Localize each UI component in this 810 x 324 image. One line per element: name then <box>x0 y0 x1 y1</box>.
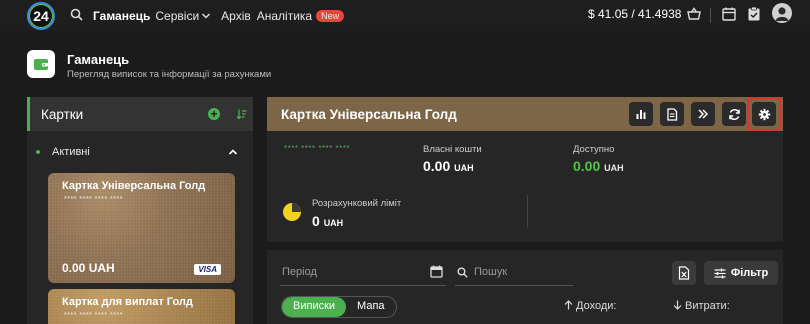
main-nav: Гаманець Сервіси Архів Аналітика New <box>93 0 345 31</box>
vertical-divider <box>527 195 528 228</box>
credit-limit-amount: 0 UAH <box>312 213 343 229</box>
sort-icon[interactable] <box>235 108 247 120</box>
sliders-icon <box>714 268 726 278</box>
chevron-down-icon[interactable] <box>201 11 211 21</box>
nav-archive[interactable]: Архів <box>221 9 251 23</box>
cards-panel: Картки + Активні Картка Універсальна Гол… <box>27 97 253 324</box>
exchange-rate: $ 41.05 / 41.4938 <box>588 7 682 21</box>
cards-panel-header: Картки + <box>27 97 253 131</box>
available-value: 0.00 <box>573 158 601 174</box>
period-input[interactable]: Період <box>282 266 317 278</box>
filter-label: Фільтр <box>730 267 769 279</box>
card-detail-title: Картка Універсальна Голд <box>281 107 457 122</box>
nav-analytics[interactable]: Аналітика <box>257 9 312 23</box>
own-funds-amount: 0.00 UAH <box>423 158 474 174</box>
search-icon[interactable] <box>70 8 83 21</box>
refresh-icon <box>728 108 740 120</box>
search-icon <box>457 267 468 278</box>
nav-wallet[interactable]: Гаманець <box>93 9 150 23</box>
tab-statements[interactable]: Виписки <box>282 297 347 317</box>
search-input[interactable]: Пошук <box>474 266 507 278</box>
active-cards-section[interactable]: Активні <box>27 145 253 159</box>
settings-highlight-outline <box>747 97 781 131</box>
active-section-label: Активні <box>52 146 90 158</box>
double-chevron-right-icon <box>698 109 709 119</box>
document-icon <box>667 107 678 121</box>
card-number: **** **** **** **** <box>64 196 123 203</box>
page-title: Гаманець <box>67 52 130 67</box>
top-navigation-bar: 24 Гаманець Сервіси Архів Аналітика New … <box>0 0 810 31</box>
new-badge: New <box>316 9 345 22</box>
card-number: **** **** **** **** <box>64 312 123 319</box>
analytics-button[interactable] <box>629 102 653 126</box>
wallet-icon <box>27 50 55 78</box>
calendar-icon[interactable] <box>721 6 737 22</box>
income-summary: Доходи: <box>564 300 616 312</box>
card-balance: 0.00 UAH <box>62 261 115 275</box>
card-name: Картка Універсальна Голд <box>62 180 206 192</box>
statement-document-button[interactable] <box>660 102 684 126</box>
card-detail-header: Картка Універсальна Голд <box>267 97 783 131</box>
arrow-up-icon <box>564 300 573 310</box>
nav-services[interactable]: Сервіси <box>155 9 199 23</box>
statement-panel: Період Пошук Фільтр Виписки Мапа Доходи:… <box>267 250 783 324</box>
available-amount: 0.00 UAH <box>573 158 624 174</box>
card-universal-gold[interactable]: Картка Універсальна Голд **** **** **** … <box>48 173 235 283</box>
clipboard-check-icon[interactable] <box>746 6 762 22</box>
own-funds-value: 0.00 <box>423 158 451 174</box>
expenses-summary: Витрати: <box>673 300 730 312</box>
filter-button[interactable]: Фільтр <box>704 261 778 285</box>
visa-logo: VISA <box>194 264 221 275</box>
period-underline <box>280 285 446 286</box>
masked-card-number: **** **** **** **** <box>284 144 350 153</box>
credit-limit-value: 0 <box>312 213 320 229</box>
tab-map[interactable]: Мапа <box>346 297 395 317</box>
export-excel-button[interactable] <box>672 261 696 285</box>
active-dot <box>36 150 40 154</box>
user-avatar[interactable] <box>772 3 792 23</box>
card-detail-panel: Картка Універсальна Голд **** **** **** … <box>267 97 783 242</box>
own-funds-label: Власні кошти <box>423 144 482 155</box>
search-underline <box>455 285 573 286</box>
calendar-icon[interactable] <box>430 265 443 278</box>
credit-limit-label: Розрахунковий ліміт <box>312 198 402 209</box>
bar-chart-icon <box>636 110 646 119</box>
cards-panel-title: Картки <box>41 106 84 122</box>
available-label: Доступно <box>573 144 615 155</box>
view-toggle: Виписки Мапа <box>281 296 397 318</box>
credit-limit-currency: UAH <box>323 218 344 228</box>
own-funds-currency: UAH <box>454 163 474 173</box>
add-card-icon[interactable]: + <box>208 108 220 120</box>
income-label: Доходи: <box>576 300 617 312</box>
excel-file-icon <box>678 266 690 280</box>
card-name: Картка для виплат Голд <box>62 296 193 308</box>
pie-chart-icon <box>283 203 301 221</box>
basket-icon[interactable] <box>686 6 702 22</box>
available-currency: UAH <box>604 163 624 173</box>
privat24-logo[interactable]: 24 <box>27 2 55 30</box>
refresh-button[interactable] <box>722 102 746 126</box>
topbar-divider <box>710 8 711 23</box>
chevron-up-icon[interactable] <box>228 147 238 157</box>
card-payout-gold[interactable]: Картка для виплат Голд **** **** **** **… <box>48 289 235 324</box>
page-subtitle: Перегляд виписок та інформації за рахунк… <box>67 69 272 80</box>
expenses-label: Витрати: <box>685 300 730 312</box>
transfer-button[interactable] <box>691 102 715 126</box>
arrow-down-icon <box>673 300 682 310</box>
